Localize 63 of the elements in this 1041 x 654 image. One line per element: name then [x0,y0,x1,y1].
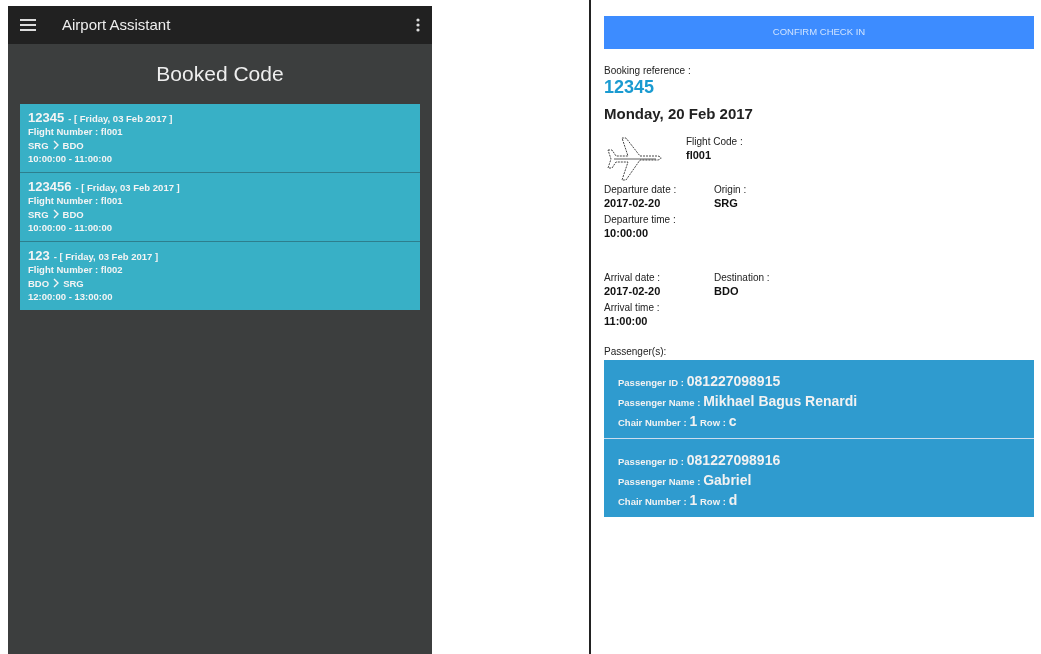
menu-icon[interactable] [20,19,36,31]
field-label: Origin : [714,183,748,196]
field-value: Gabriel [703,471,752,488]
booking-date: - [ Friday, 03 Feb 2017 ] [68,112,173,124]
section-label: Passenger(s): [604,345,667,357]
field-value: 11:00:00 [604,313,649,328]
field-label: Destination : [714,271,771,284]
field-label: Chair Number : [618,416,687,428]
destination-code: BDO [62,207,84,221]
flight-number: Flight Number : fl001 [28,126,123,137]
booking-code: 123456 [28,178,72,194]
field-value: 2017-02-20 [604,283,662,298]
flight-number: Flight Number : fl002 [28,264,123,275]
chevron-icon [52,140,59,151]
field-label: Flight Code : [686,135,743,148]
booking-card[interactable]: 123 - [ Friday, 03 Feb 2017 ] Flight Number : fl002 BDO SRG 12:00:00 - 13:00:00 [20,241,420,310]
destination-code: SRG [63,276,84,290]
app-title: Airport Assistant [62,14,172,35]
field-label: Arrival date : [604,271,662,284]
booking-reference: 12345 [604,77,655,97]
flight-time: 10:00:00 - 11:00:00 [28,153,112,164]
booking-code: 123 [28,247,50,263]
page-heading: Booked Code [155,61,285,87]
chevron-icon [52,209,59,220]
field-label: Arrival time : [604,301,661,314]
field-label: Passenger ID : [618,376,684,388]
confirm-button[interactable]: CONFIRM CHECK IN [604,16,1034,49]
booking-card[interactable]: 12345 - [ Friday, 03 Feb 2017 ] Flight Number : fl001 SRG BDO 10:00:00 - 11:00:00 [20,103,420,172]
booking-date: - [ Friday, 03 Feb 2017 ] [75,181,180,193]
origin-code: SRG [28,138,49,152]
flight-time: 10:00:00 - 11:00:00 [28,222,112,233]
field-label: Passenger Name : [618,396,701,408]
booking-date: - [ Friday, 03 Feb 2017 ] [53,250,159,262]
chevron-icon [53,278,60,289]
flight-date: Monday, 20 Feb 2017 [604,105,753,122]
chair-number: 1 [689,491,698,508]
field-value: 081227098915 [686,372,781,389]
flight-time: 12:00:00 - 13:00:00 [28,291,113,302]
booking-code: 12345 [28,109,65,125]
field-label: Booking reference : [604,65,692,77]
booking-card[interactable]: 123456 - [ Friday, 03 Feb 2017 ] Flight Number : fl001 SRG BDO 10:00:00 - 11:00:00 [20,172,420,241]
field-label: Row : [700,495,726,507]
field-label: Chair Number : [618,495,687,507]
field-value: BDO [714,283,740,298]
field-label: Departure time : [604,213,677,226]
flight-number: Flight Number : fl001 [28,195,123,206]
destination-code: BDO [62,138,84,152]
field-label: Departure date : [604,183,678,196]
field-label: Row : [700,416,726,428]
chair-number: 1 [689,412,698,429]
field-value: 2017-02-20 [604,195,662,210]
seat-row: d [728,491,738,508]
field-value: 081227098916 [686,451,781,468]
origin-code: BDO [28,276,50,290]
field-value: Mikhael Bagus Renardi [703,392,858,409]
more-options-icon[interactable] [416,18,420,32]
seat-row: c [728,412,737,429]
field-value: fl001 [686,147,713,162]
field-label: Passenger Name : [618,475,701,487]
field-label: Passenger ID : [618,455,684,467]
field-value: 10:00:00 [604,225,650,240]
origin-code: SRG [28,207,49,221]
field-value: SRG [714,195,739,210]
